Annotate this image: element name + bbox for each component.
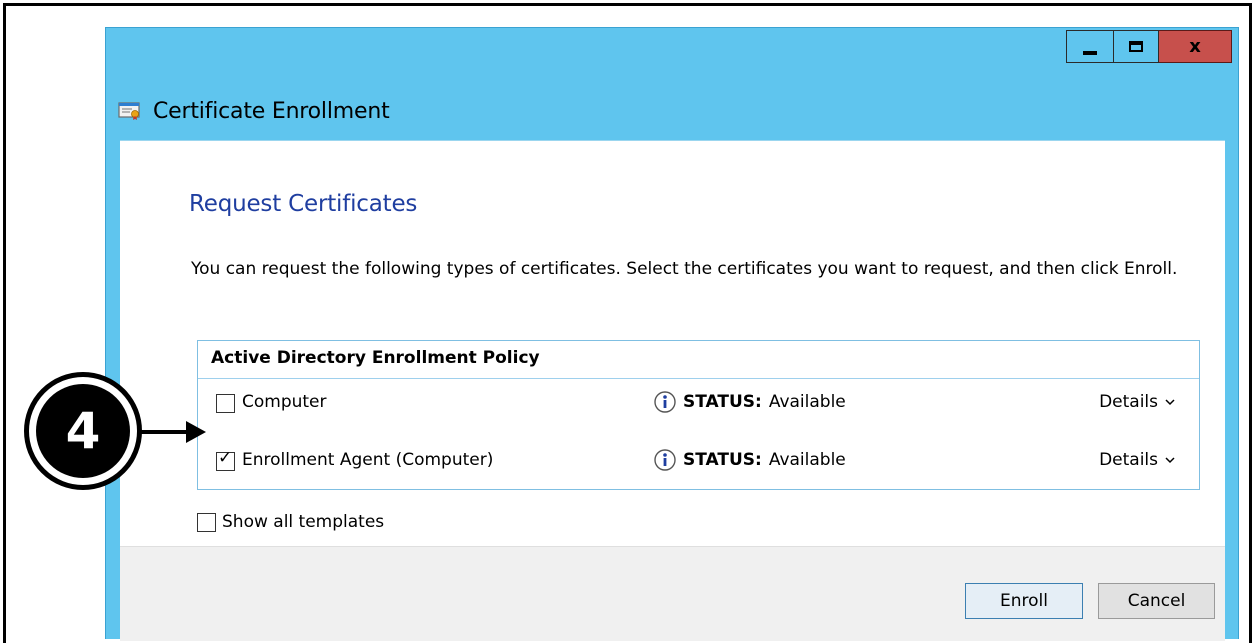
certificate-label: Computer (242, 392, 327, 412)
info-icon (654, 391, 676, 413)
window-controls: x (1066, 30, 1232, 63)
minimize-button[interactable] (1066, 30, 1114, 63)
arrow-icon (140, 421, 206, 443)
status-value: Available (768, 450, 846, 470)
computer-checkbox[interactable] (216, 394, 235, 413)
show-all-templates-option[interactable]: Show all templates (197, 512, 384, 532)
step-callout: 4 (24, 372, 142, 490)
details-toggle[interactable]: Details (1099, 450, 1175, 470)
enrollment-policy-group: Active Directory Enrollment Policy Compu… (197, 340, 1200, 490)
policy-header: Active Directory Enrollment Policy (211, 348, 540, 368)
status-key: STATUS: (683, 392, 762, 412)
button-bar: Enroll Cancel (120, 546, 1225, 641)
intro-text: You can request the following types of c… (191, 259, 1178, 279)
title-bar: Certificate Enrollment (118, 98, 390, 124)
status-group: STATUS: Available (653, 448, 846, 472)
enroll-button[interactable]: Enroll (965, 583, 1083, 619)
policy-divider (198, 378, 1199, 379)
info-icon (654, 449, 676, 471)
status-group: STATUS: Available (653, 390, 846, 414)
step-number: 4 (36, 384, 130, 478)
cancel-button[interactable]: Cancel (1098, 583, 1215, 619)
maximize-icon (1129, 41, 1143, 52)
status-value: Available (768, 392, 846, 412)
content-area: Request Certificates You can request the… (120, 140, 1225, 561)
details-label: Details (1099, 450, 1158, 470)
close-icon: x (1189, 35, 1201, 57)
enrollment-agent-checkbox[interactable]: ✓ (216, 448, 235, 471)
certificate-enrollment-window: x Certificate Enrollment Request Certifi… (105, 27, 1239, 641)
details-label: Details (1099, 392, 1158, 412)
page-heading: Request Certificates (189, 191, 418, 217)
status-key: STATUS: (683, 450, 762, 470)
certificate-row-computer: Computer STATUS: Available Details (198, 387, 1199, 421)
minimize-icon (1083, 50, 1097, 55)
check-icon: ✓ (218, 448, 233, 468)
certificate-icon (118, 102, 140, 120)
maximize-button[interactable] (1114, 30, 1159, 63)
chevron-down-icon (1165, 456, 1175, 463)
show-all-templates-label: Show all templates (222, 512, 385, 532)
window-title: Certificate Enrollment (153, 98, 390, 124)
close-button[interactable]: x (1159, 30, 1232, 63)
chevron-down-icon (1165, 398, 1175, 405)
certificate-label: Enrollment Agent (Computer) (242, 450, 494, 470)
certificate-row-enrollment-agent: ✓ Enrollment Agent (Computer) STATUS: Av… (198, 445, 1199, 479)
details-toggle[interactable]: Details (1099, 392, 1175, 412)
show-all-templates-checkbox[interactable] (197, 512, 216, 532)
